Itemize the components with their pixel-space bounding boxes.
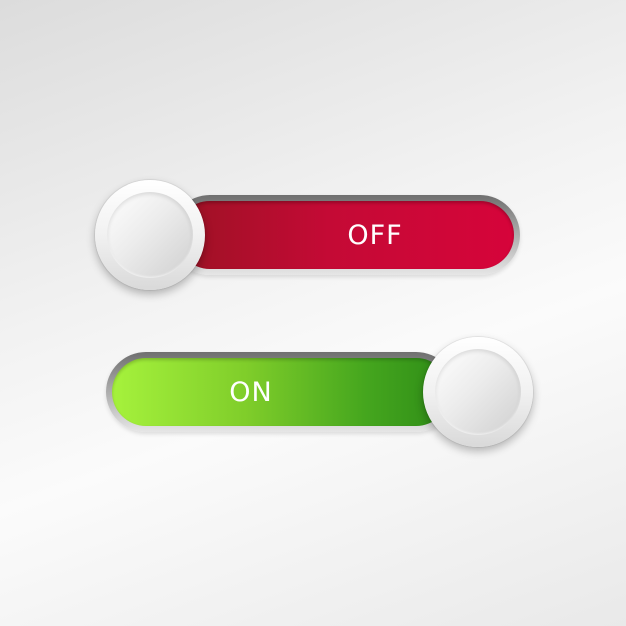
toggle-track-on[interactable]: ON bbox=[106, 352, 456, 432]
toggle-label-off: OFF bbox=[347, 219, 403, 251]
toggle-switch-on[interactable]: ON bbox=[106, 337, 533, 447]
toggle-track-off[interactable]: OFF bbox=[170, 195, 520, 275]
toggle-switch-off[interactable]: OFF bbox=[95, 180, 520, 290]
toggle-label-on: ON bbox=[229, 376, 273, 408]
toggle-knob-face-on bbox=[435, 349, 521, 435]
toggle-knob-off[interactable] bbox=[95, 180, 205, 290]
toggle-knob-face-off bbox=[107, 192, 193, 278]
toggle-track-fill-on: ON bbox=[112, 358, 450, 426]
toggle-showcase: OFF ON bbox=[0, 0, 626, 626]
toggle-track-fill-off: OFF bbox=[176, 201, 514, 269]
toggle-knob-on[interactable] bbox=[423, 337, 533, 447]
